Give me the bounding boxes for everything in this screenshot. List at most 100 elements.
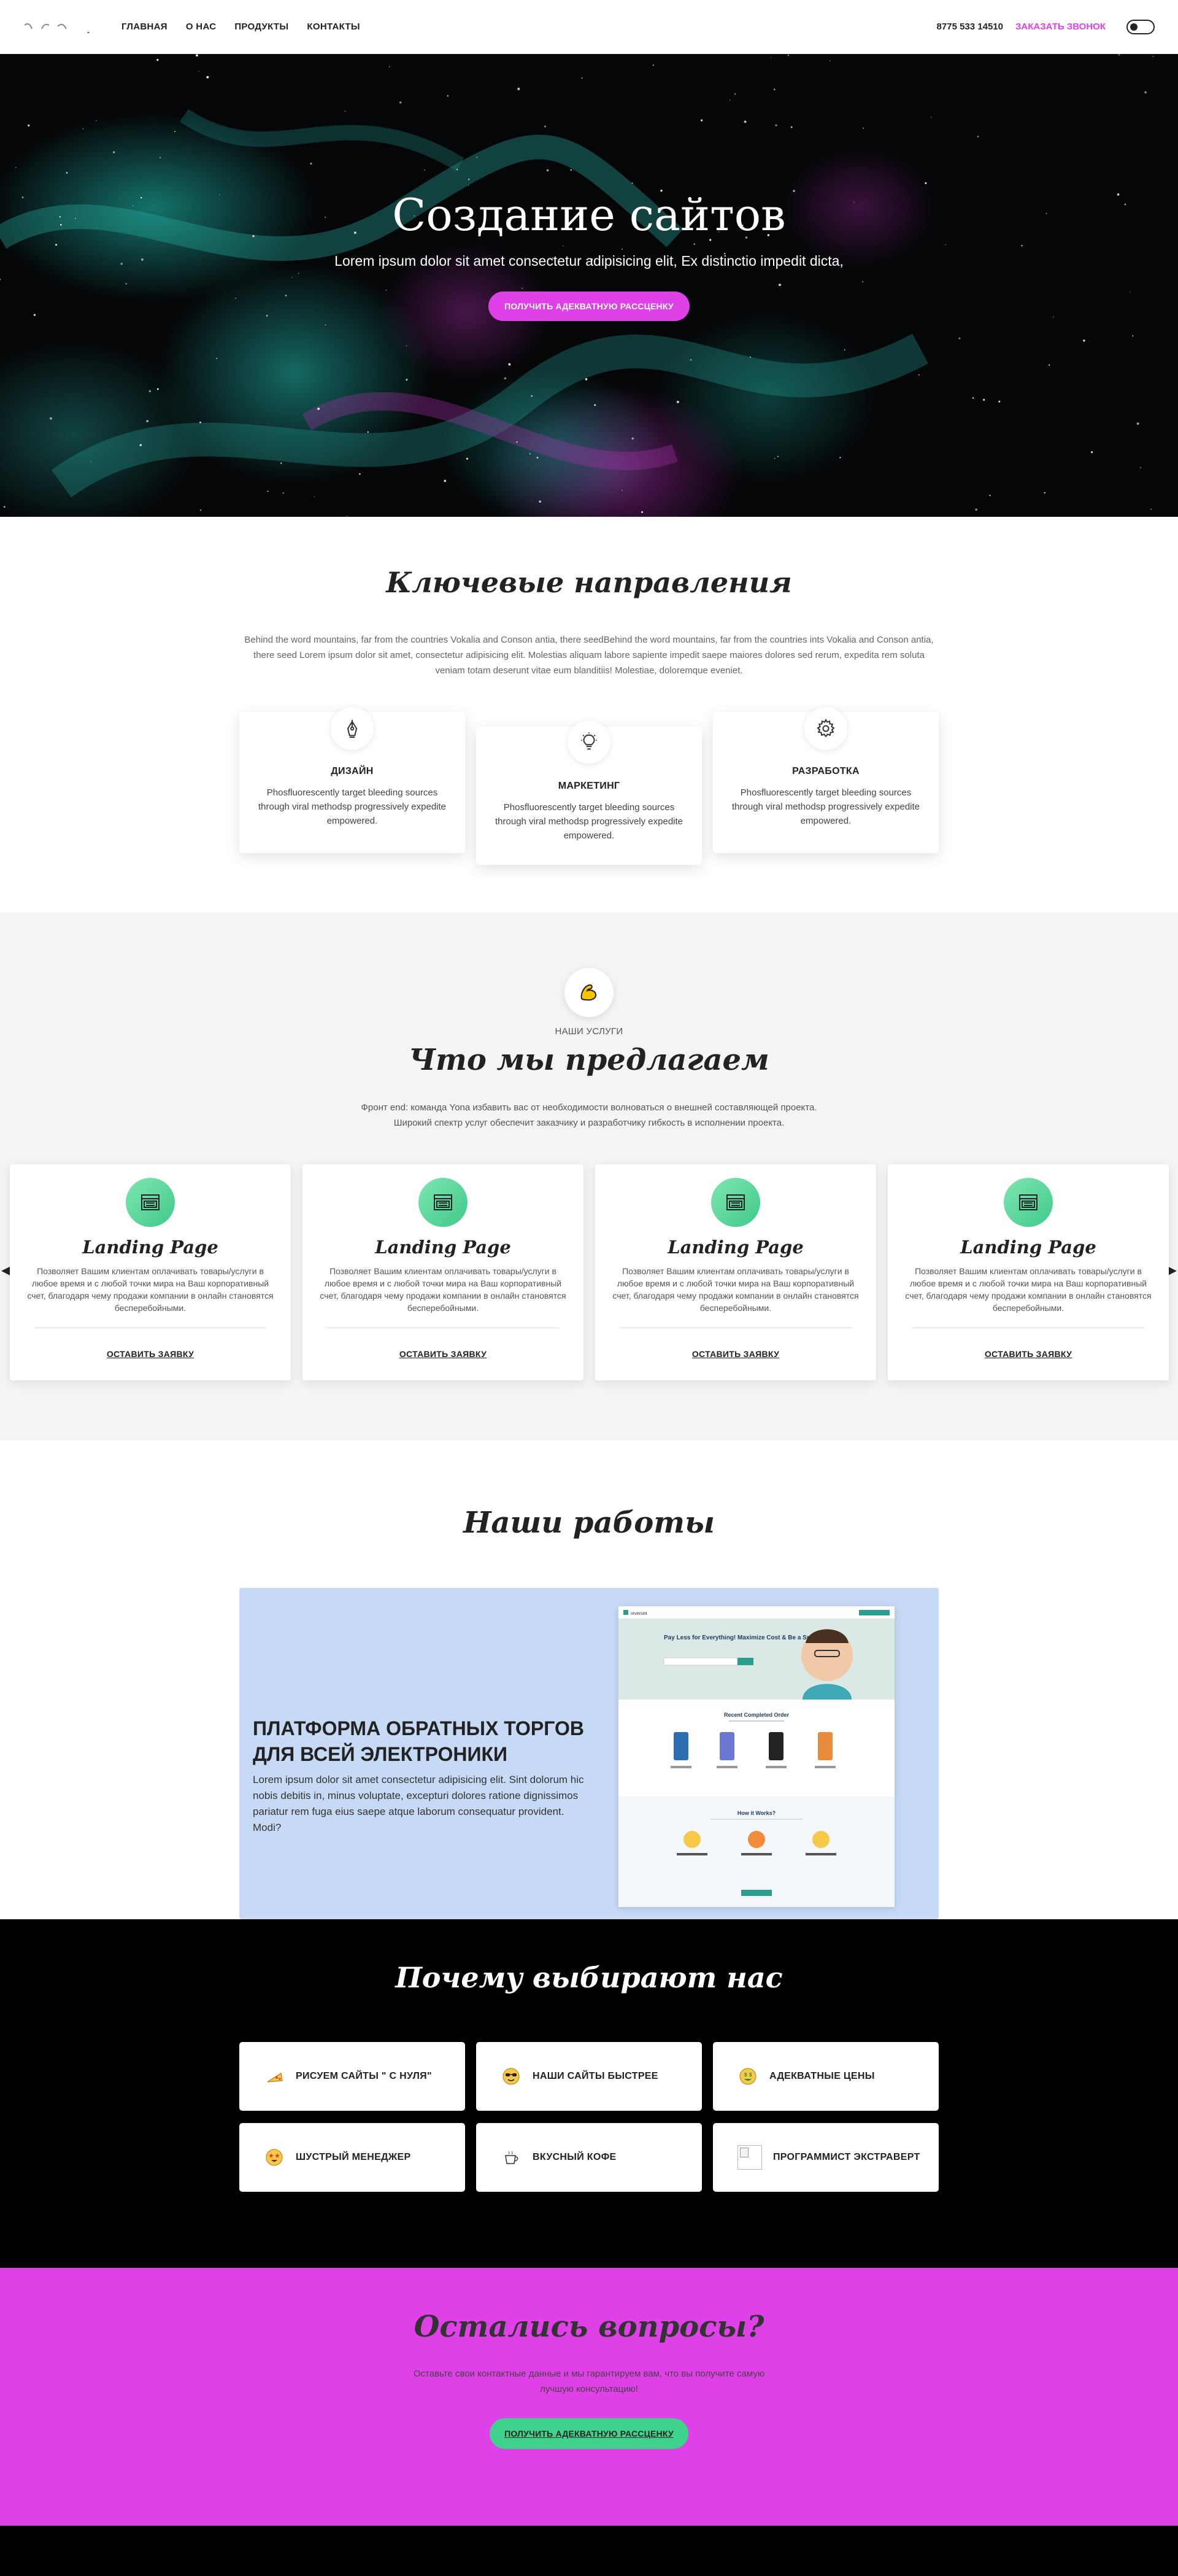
star <box>139 444 142 446</box>
star <box>216 357 217 359</box>
nav-home[interactable]: ГЛАВНАЯ <box>121 21 167 32</box>
service-card-text: Позволяет Вашим клиентам оплачивать това… <box>27 1266 274 1313</box>
star <box>156 59 159 61</box>
star <box>531 395 533 397</box>
sunglasses-face-icon <box>501 2066 522 2087</box>
directions-text: Behind the word mountains, far from the … <box>244 635 934 676</box>
star-eyes-face-icon <box>264 2147 285 2168</box>
hero-cta-button[interactable]: ПОЛУЧИТЬ АДЕКВАТНУЮ РАССЦЕНКУ <box>488 292 690 321</box>
work-card[interactable]: ПЛАТФОРМА ОБРАТНЫХ ТОРГОВ ДЛЯ ВСЕЙ ЭЛЕКТ… <box>239 1588 939 1919</box>
star <box>570 169 572 171</box>
leave-request-link[interactable]: ОСТАВИТЬ ЗАЯВКУ <box>692 1349 779 1359</box>
star <box>790 126 793 128</box>
direction-card-title: ДИЗАЙН <box>331 766 374 776</box>
star <box>447 95 449 97</box>
star <box>631 182 633 184</box>
project-screenshot-image: reverseit Pay Less for Everything! Maxim… <box>618 1606 895 1907</box>
services-title: Что мы предлагаем <box>409 1043 769 1077</box>
direction-card-marketing[interactable]: МАРКЕТИНГ Phosfluorescently target bleed… <box>476 721 702 865</box>
star <box>508 363 511 366</box>
star <box>156 388 159 390</box>
why-item: ВКУСНЫЙ КОФЕ <box>476 2123 702 2192</box>
service-card-text: Позволяет Вашим клиентам оплачивать това… <box>320 1266 566 1313</box>
star <box>844 349 845 350</box>
star <box>1044 492 1045 493</box>
why-item: ПРОГРАММИСТ ЭКСТРАВЕРТ <box>713 2123 939 2192</box>
service-card-text: Позволяет Вашим клиентам оплачивать това… <box>612 1266 859 1313</box>
star <box>3 506 6 508</box>
why-item-label: ШУСТРЫЙ МЕНЕДЖЕР <box>296 2152 411 2162</box>
star <box>925 182 927 184</box>
star <box>325 324 326 326</box>
star <box>317 408 320 410</box>
star <box>734 93 736 95</box>
hero-title: Создание сайтов <box>392 189 786 241</box>
star <box>983 398 985 401</box>
star <box>423 169 425 171</box>
broken-image-icon <box>737 2145 762 2170</box>
direction-card-title: МАРКЕТИНГ <box>558 781 620 791</box>
star <box>199 421 201 424</box>
star <box>775 124 777 126</box>
works-section: Наши работы ПЛАТФОРМА ОБРАТНЫХ ТОРГОВ ДЛ… <box>0 1441 1178 1919</box>
star <box>1091 451 1093 454</box>
star <box>66 172 68 174</box>
leave-request-link[interactable]: ОСТАВИТЬ ЗАЯВКУ <box>107 1349 194 1359</box>
star <box>774 458 776 459</box>
star <box>701 119 703 122</box>
star <box>96 120 97 122</box>
svg-text:$: $ <box>744 2072 747 2078</box>
star <box>690 359 692 361</box>
star <box>112 151 115 153</box>
directions-title: Ключевые направления <box>386 566 792 599</box>
header-right: 8775 533 14510 ЗАКАЗАТЬ ЗВОНОК <box>937 19 1155 34</box>
star <box>677 401 679 403</box>
star <box>585 378 588 381</box>
star <box>581 77 583 79</box>
main-nav: ГЛАВНАЯ О НАС ПРОДУКТЫ КОНТАКТЫ <box>121 21 360 32</box>
star <box>972 397 974 399</box>
star <box>146 420 149 422</box>
service-card-text: Позволяет Вашим клиентам оплачивать това… <box>905 1266 1152 1313</box>
leave-request-link[interactable]: ОСТАВИТЬ ЗАЯВКУ <box>985 1349 1072 1359</box>
star <box>1144 91 1147 94</box>
star <box>196 54 198 56</box>
star <box>456 169 458 171</box>
site-footer <box>0 2526 1178 2576</box>
work-project-title: ПЛАТФОРМА ОБРАТНЫХ ТОРГОВ ДЛЯ ВСЕЙ ЭЛЕКТ… <box>253 1717 584 1765</box>
direction-card-title: РАЗРАБОТКА <box>792 766 860 776</box>
star <box>148 390 152 393</box>
landing-page-icon <box>418 1178 468 1227</box>
star <box>774 88 776 90</box>
direction-card-development[interactable]: РАЗРАБОТКА Phosfluorescently target blee… <box>713 707 939 853</box>
theme-toggle[interactable] <box>1126 19 1155 34</box>
questions-cta-button[interactable]: ПОЛУЧИТЬ АДЕКВАТНУЮ РАССЦЕНКУ <box>490 2418 688 2449</box>
star <box>282 492 284 494</box>
star <box>359 473 361 475</box>
mock-section-title: How it Works? <box>737 1810 776 1816</box>
pen-tool-icon <box>331 707 374 750</box>
why-item-label: ПРОГРАММИСТ ЭКСТРАВЕРТ <box>773 2152 920 2162</box>
nav-about[interactable]: О НАС <box>186 21 216 32</box>
nav-products[interactable]: ПРОДУКТЫ <box>234 21 288 32</box>
direction-card-design[interactable]: ДИЗАЙН Phosfluorescently target bleeding… <box>239 707 465 853</box>
money-face-icon: $ $ <box>737 2066 758 2087</box>
star <box>49 417 52 420</box>
why-item-label: НАШИ САЙТЫ БЫСТРЕЕ <box>533 2071 658 2081</box>
project-screenshot[interactable]: reverseit Pay Less for Everything! Maxim… <box>618 1606 895 1907</box>
nav-contacts[interactable]: КОНТАКТЫ <box>307 21 360 32</box>
callback-link[interactable]: ЗАКАЗАТЬ ЗВОНОК <box>1015 21 1106 32</box>
star <box>174 131 176 133</box>
landing-page-icon <box>126 1178 175 1227</box>
service-card: Landing Page Позволяет Вашим клиентам оп… <box>595 1164 876 1380</box>
coffee-cup-icon <box>501 2147 522 2168</box>
phone-number[interactable]: 8775 533 14510 <box>937 21 1003 32</box>
star <box>641 511 644 513</box>
logo[interactable] <box>23 18 97 36</box>
directions-section: Ключевые направления Behind the word mou… <box>0 517 1178 913</box>
hero-subtitle: Lorem ipsum dolor sit amet consectetur a… <box>334 253 844 269</box>
services-label: НАШИ УСЛУГИ <box>555 1026 623 1037</box>
leave-request-link[interactable]: ОСТАВИТЬ ЗАЯВКУ <box>399 1349 487 1359</box>
service-card: Landing Page Позволяет Вашим клиентам оп… <box>10 1164 291 1380</box>
star <box>504 377 506 380</box>
